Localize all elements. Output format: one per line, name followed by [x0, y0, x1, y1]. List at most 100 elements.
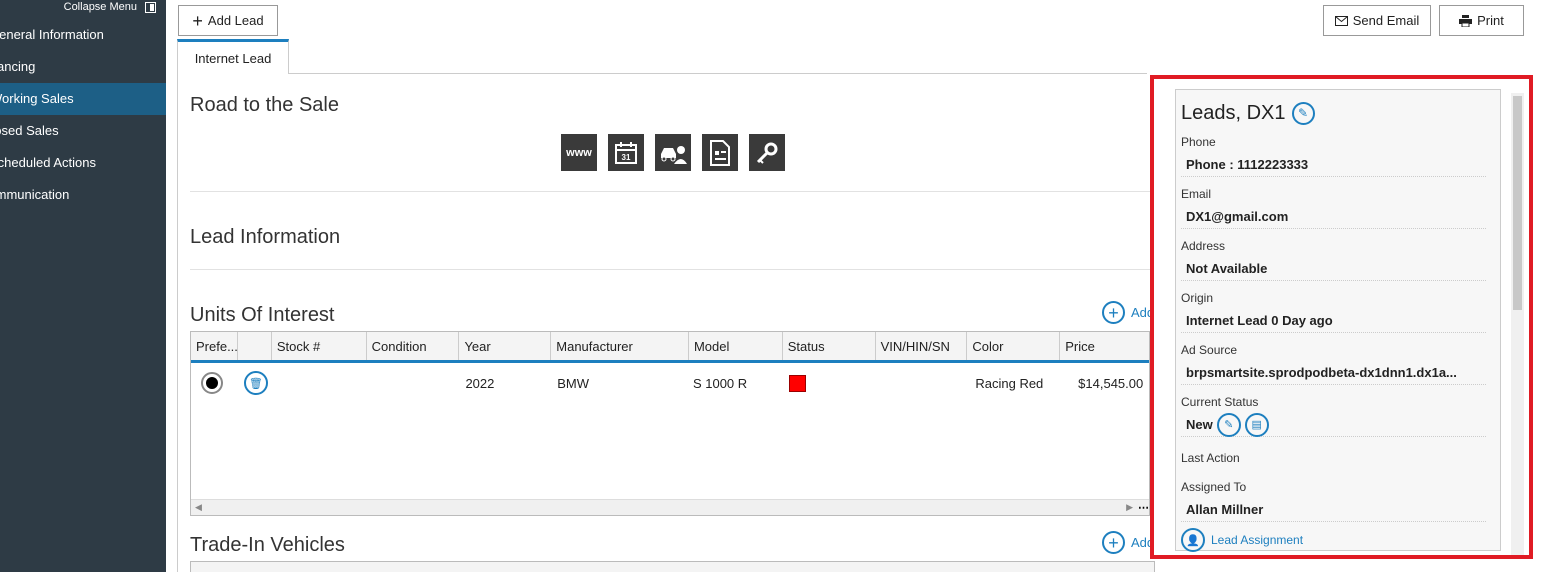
col-year[interactable]: Year [459, 332, 552, 360]
divider [190, 191, 1150, 192]
tab-internet-lead[interactable]: Internet Lead [177, 39, 289, 74]
add-lead-label: Add Lead [207, 13, 264, 28]
collapse-menu-label: Collapse Menu [63, 1, 137, 13]
scroll-right-icon[interactable]: ▶ [1126, 502, 1133, 513]
key-glyph [756, 142, 778, 164]
svg-text:31: 31 [622, 153, 631, 162]
road-to-sale-title: Road to the Sale [190, 94, 339, 116]
sidebar-item-financing[interactable]: Financing [0, 51, 166, 83]
add-lead-button[interactable]: + Add Lead [178, 5, 278, 36]
model-cell: S 1000 R [692, 375, 748, 391]
phone-label: Phone [1181, 135, 1216, 149]
col-color[interactable]: Color [967, 332, 1061, 360]
document-icon[interactable] [702, 134, 738, 171]
plus-icon: + [192, 10, 203, 31]
sidebar-item-label: Working Sales [0, 91, 74, 106]
add-circle-icon: + [1102, 531, 1125, 554]
col-actions [238, 332, 272, 360]
print-button[interactable]: Print [1439, 5, 1524, 36]
col-condition[interactable]: Condition [367, 332, 460, 360]
preferred-cell [191, 372, 238, 394]
color-cell: Racing Red [975, 375, 1044, 391]
col-preferred[interactable]: Prefe... [191, 332, 238, 360]
add-unit-button[interactable]: + Add [1102, 301, 1154, 324]
last-action-label: Last Action [1181, 451, 1240, 465]
sidebar-item-label: Closed Sales [0, 123, 59, 138]
key-icon[interactable] [749, 134, 785, 171]
sidebar-item-communication[interactable]: Communication [0, 179, 166, 211]
envelope-icon [1334, 15, 1348, 26]
table-row[interactable]: 🗑 2022 BMW S 1000 R Racing Red $14,545.0… [191, 363, 1149, 403]
calendar-icon[interactable]: 31 [608, 134, 644, 171]
vehicle-person-icon[interactable] [655, 134, 691, 171]
horizontal-scrollbar[interactable]: ◀ ▶ ⋯ [191, 499, 1149, 515]
col-manufacturer[interactable]: Manufacturer [551, 332, 689, 360]
more-icon[interactable]: ⋯ [1138, 501, 1149, 514]
sidebar-item-scheduled-actions[interactable]: Scheduled Actions [0, 147, 166, 179]
current-status-row: New ✎ ▤ [1181, 412, 1486, 437]
address-label: Address [1181, 239, 1226, 253]
address-value: Not Available [1181, 261, 1486, 281]
scrollbar-thumb[interactable] [1513, 96, 1522, 310]
www-icon[interactable]: www [561, 134, 597, 171]
send-email-button[interactable]: Send Email [1323, 5, 1431, 36]
email-value: DX1@gmail.com [1181, 209, 1486, 229]
sidebar: Collapse Menu General Information Financ… [0, 0, 166, 572]
year-cell: 2022 [465, 375, 495, 391]
tab-label: Internet Lead [194, 50, 272, 66]
sidebar-item-closed-sales[interactable]: Closed Sales [0, 115, 166, 147]
sidebar-item-label: Financing [0, 59, 36, 74]
ad-source-label: Ad Source [1181, 343, 1238, 357]
col-vin[interactable]: VIN/HIN/SN [876, 332, 968, 360]
sidebar-item-general-information[interactable]: General Information [0, 19, 166, 51]
edit-status-pencil-icon[interactable]: ✎ [1216, 412, 1241, 437]
price-cell: $14,545.00 [1078, 375, 1144, 391]
add-circle-icon: + [1102, 301, 1125, 324]
trade-in-vehicles-title: Trade-In Vehicles [190, 534, 345, 556]
trade-in-grid [190, 561, 1155, 572]
origin-label: Origin [1181, 291, 1214, 305]
sidebar-item-label: General Information [0, 27, 104, 42]
col-status[interactable]: Status [783, 332, 876, 360]
sidebar-menu: General Information Financing Working Sa… [0, 19, 166, 211]
grid-header: Prefe... Stock # Condition Year Manufact… [191, 332, 1149, 363]
print-label: Print [1477, 13, 1504, 28]
printer-icon [1459, 14, 1473, 27]
send-email-label: Send Email [1352, 13, 1420, 28]
document-glyph [710, 139, 730, 166]
edit-lead-pencil-icon[interactable]: ✎ [1291, 101, 1315, 125]
status-note-icon[interactable]: ▤ [1244, 412, 1269, 437]
units-grid: Prefe... Stock # Condition Year Manufact… [190, 331, 1150, 516]
divider [190, 269, 1150, 270]
origin-value: Internet Lead 0 Day ago [1181, 313, 1486, 333]
email-label: Email [1181, 187, 1212, 201]
preferred-radio[interactable] [201, 372, 223, 394]
status-swatch [788, 374, 806, 392]
sidebar-item-label: Communication [0, 187, 70, 202]
scroll-left-icon[interactable]: ◀ [195, 502, 202, 513]
status-cell [783, 374, 876, 392]
col-model[interactable]: Model [689, 332, 783, 360]
assigned-to-label: Assigned To [1181, 480, 1247, 494]
units-of-interest-title: Units Of Interest [190, 304, 335, 326]
lead-assignment-link[interactable]: 👤 Lead Assignment [1181, 528, 1495, 552]
sidebar-item-label: Scheduled Actions [0, 155, 96, 170]
panel-scrollbar[interactable] [1511, 93, 1524, 555]
trash-icon[interactable]: 🗑 [243, 371, 268, 395]
current-status-label: Current Status [1181, 395, 1259, 409]
phone-value: Phone : 1112223333 [1181, 157, 1486, 177]
actions-cell: 🗑 [238, 371, 272, 395]
www-text: www [566, 146, 592, 159]
collapse-menu-button[interactable]: Collapse Menu [64, 0, 156, 14]
col-price[interactable]: Price [1060, 332, 1149, 360]
lead-card: Leads, DX1 ✎ Phone Phone : 1112223333 Em… [1175, 89, 1501, 552]
lead-name-text: Leads, DX1 [1181, 101, 1286, 124]
person-icon: 👤 [1181, 528, 1205, 552]
road-icons: www 31 [561, 134, 785, 171]
lead-name: Leads, DX1 ✎ [1181, 101, 1495, 125]
assigned-to-value: Allan Millner [1181, 502, 1486, 522]
col-stock[interactable]: Stock # [272, 332, 367, 360]
ad-source-value: brpsmartsite.sprodpodbeta-dx1dnn1.dx1a..… [1181, 365, 1486, 385]
add-trade-in-button[interactable]: + Add [1102, 531, 1154, 554]
sidebar-item-working-sales[interactable]: Working Sales [0, 83, 166, 115]
